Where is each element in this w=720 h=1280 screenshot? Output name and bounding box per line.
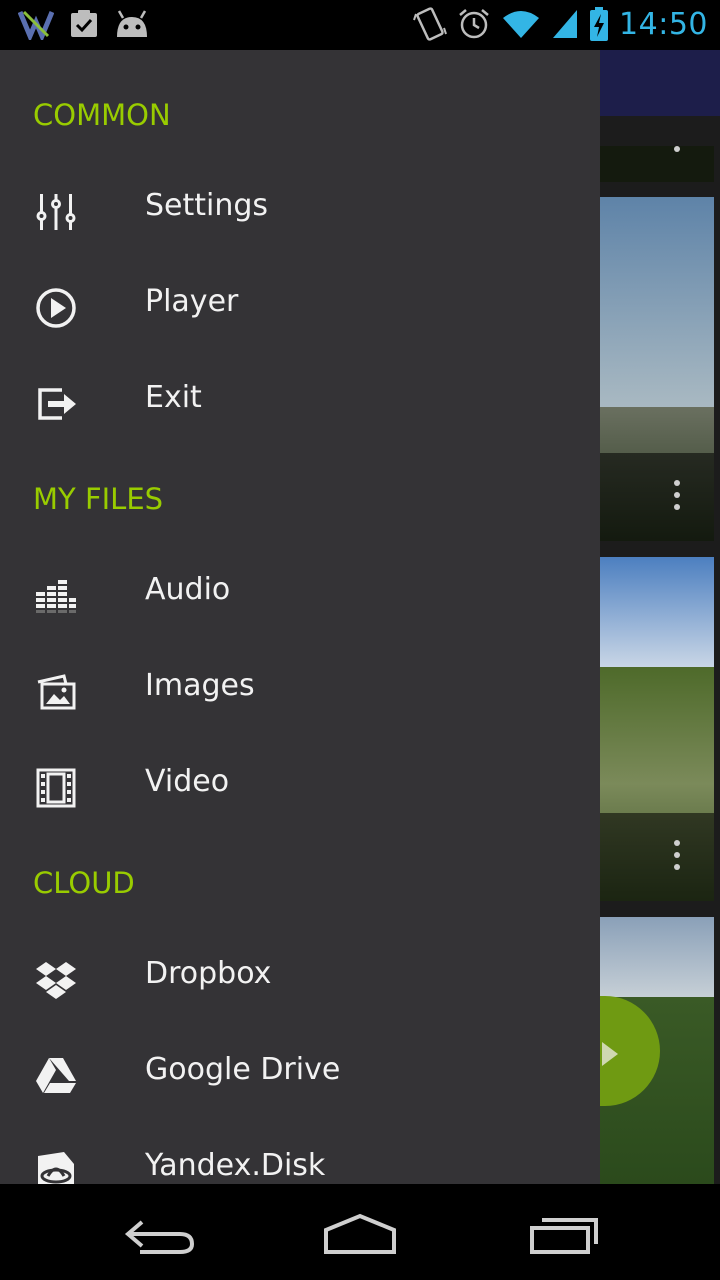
drawer-item-label: Audio xyxy=(145,572,231,607)
back-icon[interactable] xyxy=(120,1208,200,1258)
drawer-item-dropbox[interactable]: Dropbox xyxy=(0,930,600,1026)
drawer-item-label: Exit xyxy=(145,380,202,415)
drawer-item-settings[interactable]: Settings xyxy=(0,162,600,258)
navigation-drawer: COMMON Settings Player Exit MY FILES Aud… xyxy=(0,50,600,1184)
status-bar: 14:50 xyxy=(0,0,720,50)
background-app-bar xyxy=(600,50,720,116)
app-x-icon xyxy=(18,10,54,40)
drawer-item-label: Yandex.Disk xyxy=(145,1148,326,1183)
alarm-icon xyxy=(459,9,489,39)
recents-icon[interactable] xyxy=(524,1208,604,1258)
system-navigation-bar xyxy=(0,1184,720,1280)
wifi-icon xyxy=(503,11,540,38)
settings-sliders-icon xyxy=(36,194,76,230)
section-header-my-files: MY FILES xyxy=(33,482,164,516)
equalizer-icon xyxy=(36,580,76,613)
drawer-item-label: Player xyxy=(145,284,239,319)
drawer-item-audio[interactable]: Audio xyxy=(0,546,600,642)
exit-icon xyxy=(38,388,76,420)
drawer-item-video[interactable]: Video xyxy=(0,738,600,834)
drawer-item-label: Google Drive xyxy=(145,1052,341,1087)
drawer-item-label: Images xyxy=(145,668,255,703)
clipboard-check-icon xyxy=(71,10,97,37)
play-icon xyxy=(602,1042,618,1066)
more-options-icon xyxy=(674,480,680,516)
status-clock: 14:50 xyxy=(619,6,708,42)
battery-charging-icon xyxy=(590,7,609,41)
drawer-item-images[interactable]: Images xyxy=(0,642,600,738)
google-drive-icon xyxy=(36,1058,76,1093)
home-icon[interactable] xyxy=(320,1208,400,1258)
yandex-disk-icon xyxy=(38,1152,74,1184)
section-header-cloud: CLOUD xyxy=(33,866,135,900)
android-icon xyxy=(117,10,147,37)
media-thumbnail xyxy=(600,146,714,182)
section-header-common: COMMON xyxy=(33,98,171,132)
media-thumbnail xyxy=(600,197,714,541)
background-media-list xyxy=(600,50,720,1184)
signal-icon xyxy=(553,10,578,38)
drawer-item-label: Video xyxy=(145,764,230,799)
drawer-item-player[interactable]: Player xyxy=(0,258,600,354)
images-icon xyxy=(37,674,76,710)
film-icon xyxy=(36,768,76,808)
drawer-item-label: Dropbox xyxy=(145,956,272,991)
more-options-icon xyxy=(674,840,680,876)
drawer-item-exit[interactable]: Exit xyxy=(0,354,600,450)
drawer-item-yandex-disk[interactable]: Yandex.Disk xyxy=(0,1122,600,1184)
drawer-item-label: Settings xyxy=(145,188,269,223)
drawer-item-google-drive[interactable]: Google Drive xyxy=(0,1026,600,1122)
play-circle-icon xyxy=(36,288,76,328)
more-options-icon xyxy=(674,146,680,158)
media-thumbnail xyxy=(600,557,714,901)
vibrate-icon xyxy=(413,7,447,41)
dropbox-icon xyxy=(36,962,76,999)
